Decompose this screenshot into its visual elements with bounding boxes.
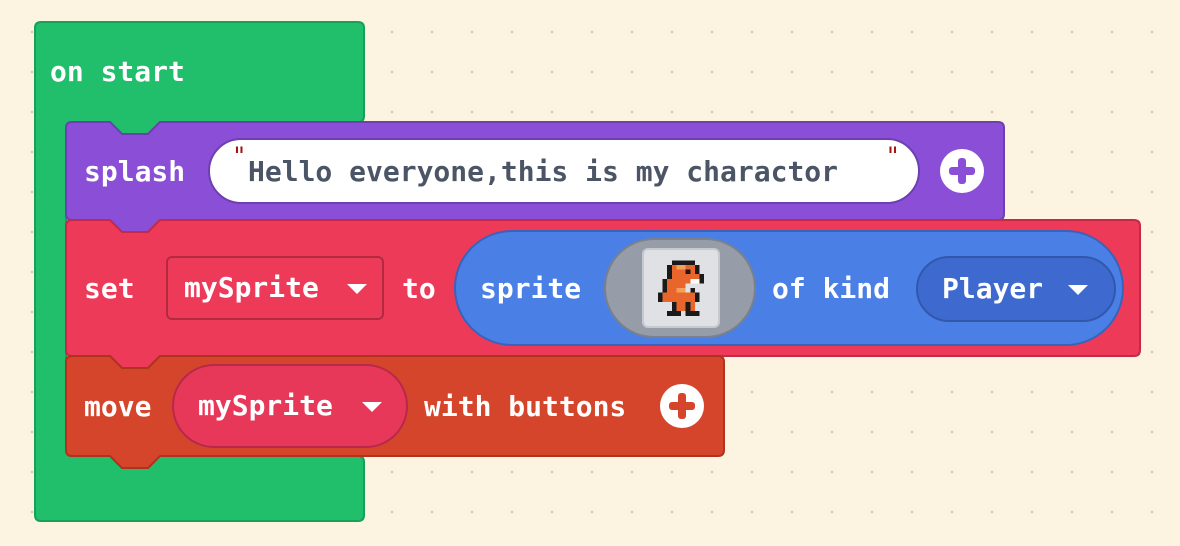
move-block[interactable]	[0, 0, 1180, 546]
move-variable-dropdown[interactable]: mySprite	[172, 364, 408, 448]
move-add-plus-icon[interactable]	[660, 384, 704, 428]
chevron-down-icon	[362, 402, 382, 412]
with-buttons-label: with buttons	[424, 390, 627, 423]
move-variable-name: mySprite	[198, 389, 333, 422]
move-label: move	[84, 390, 152, 423]
